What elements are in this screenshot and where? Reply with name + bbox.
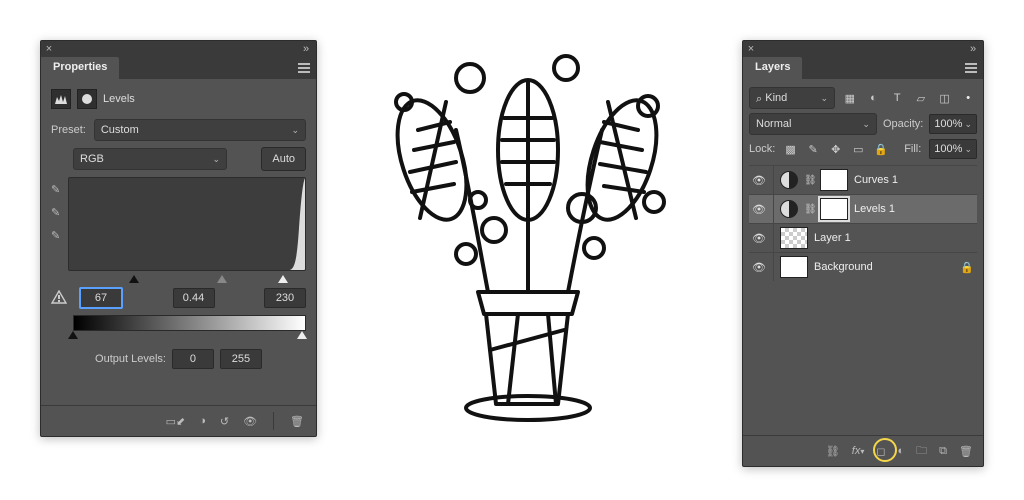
tab-layers[interactable]: Layers [743, 57, 802, 79]
add-mask-icon[interactable]: ◻ [876, 445, 885, 458]
filter-toggle-icon[interactable]: • [959, 92, 977, 104]
histogram[interactable] [68, 177, 306, 271]
visibility-icon[interactable]: 👁 [751, 174, 767, 187]
close-icon[interactable]: × [41, 43, 57, 55]
layer-row[interactable]: 👁 Layer 1 [749, 223, 977, 252]
filter-adjustment-icon[interactable]: ◐ [865, 92, 883, 104]
layer-name[interactable]: Layer 1 [814, 232, 975, 244]
opacity-field[interactable]: 100%⌄ [929, 114, 977, 134]
layer-row[interactable]: 👁 Background 🔒 [749, 252, 977, 281]
lock-icon[interactable]: 🔒 [959, 261, 975, 274]
layer-thumb[interactable] [780, 256, 808, 278]
output-gradient[interactable] [73, 315, 306, 331]
layers-footer: ⛓ fx▾ ◻ ◐ 🗀 ⧉ 🗑 [743, 435, 983, 466]
input-black-field[interactable]: 67 [79, 287, 123, 309]
adjustment-thumb-icon [780, 200, 798, 218]
layer-row[interactable]: 👁 ⛓ Curves 1 [749, 165, 977, 194]
channel-dropdown[interactable]: RGB⌄ [73, 148, 227, 170]
lock-all-icon[interactable]: 🔒 [874, 143, 889, 156]
lock-transparency-icon[interactable]: ▩ [783, 143, 798, 156]
white-point-handle[interactable] [278, 275, 288, 283]
link-layers-icon[interactable]: ⛓ [826, 445, 840, 458]
layer-filter-dropdown[interactable]: ⌕ Kind⌄ [749, 87, 835, 109]
blend-mode-dropdown[interactable]: Normal⌄ [749, 113, 877, 135]
reset-icon[interactable]: ↺ [220, 415, 229, 428]
lock-label: Lock: [749, 143, 775, 155]
link-icon[interactable]: ⛓ [804, 175, 814, 186]
output-white-handle[interactable] [297, 331, 307, 339]
output-black-field[interactable]: 0 [172, 349, 214, 369]
panel-menu-icon[interactable] [959, 57, 983, 79]
preset-label: Preset: [51, 124, 86, 136]
collapse-icon[interactable]: » [963, 43, 983, 55]
black-point-handle[interactable] [129, 275, 139, 283]
layer-list: 👁 ⛓ Curves 1 👁 ⛓ Levels 1 👁 Layer 1 [749, 165, 977, 281]
panel-titlebar[interactable]: × » [743, 41, 983, 57]
trash-icon[interactable]: 🗑 [959, 445, 973, 458]
histogram-icon [51, 89, 71, 109]
clip-warning-icon[interactable] [51, 290, 69, 307]
layers-panel: × » Layers ⌕ Kind⌄ ▦ ◐ T ▱ ◫ • Normal⌄ O… [742, 40, 984, 467]
panel-menu-icon[interactable] [292, 57, 316, 79]
mask-thumb[interactable] [820, 169, 848, 191]
mask-thumb[interactable] [820, 198, 848, 220]
lock-pixels-icon[interactable]: ✎ [806, 143, 821, 156]
input-white-field[interactable]: 230 [264, 288, 306, 308]
view-previous-icon[interactable]: ◑ [199, 415, 206, 427]
fill-label: Fill: [904, 143, 921, 155]
layer-thumb[interactable] [780, 227, 808, 249]
properties-panel: × » Properties Levels Preset: Custom⌄ RG… [40, 40, 317, 437]
panel-titlebar[interactable]: × » [41, 41, 316, 57]
mask-icon[interactable] [77, 89, 97, 109]
lock-position-icon[interactable]: ✥ [828, 143, 843, 156]
gray-eyedropper-icon[interactable]: ✎ [51, 206, 60, 219]
filter-shape-icon[interactable]: ▱ [912, 92, 930, 105]
input-slider-track[interactable] [73, 275, 306, 283]
black-eyedropper-icon[interactable]: ✎ [51, 183, 60, 196]
new-adjustment-icon[interactable]: ◐ [898, 445, 905, 457]
collapse-icon[interactable]: » [296, 43, 316, 55]
output-levels-label: Output Levels: [95, 353, 166, 365]
tab-properties[interactable]: Properties [41, 57, 119, 79]
new-group-icon[interactable]: 🗀 [916, 442, 927, 461]
output-black-handle[interactable] [68, 331, 78, 339]
input-gamma-field[interactable]: 0.44 [173, 288, 215, 308]
document-canvas [360, 30, 700, 430]
opacity-label: Opacity: [883, 118, 923, 130]
filter-type-icon[interactable]: T [888, 92, 906, 104]
lock-artboard-icon[interactable]: ▭ [851, 143, 866, 156]
preset-dropdown[interactable]: Custom⌄ [94, 119, 306, 141]
visibility-icon[interactable]: 👁 [751, 261, 767, 274]
visibility-icon[interactable]: 👁 [243, 415, 257, 428]
gamma-handle[interactable] [217, 275, 227, 283]
layer-name[interactable]: Background [814, 261, 953, 273]
adjustment-name: Levels [103, 93, 135, 105]
link-icon[interactable]: ⛓ [804, 204, 814, 215]
output-slider-track[interactable] [73, 331, 306, 339]
visibility-icon[interactable]: 👁 [751, 232, 767, 245]
visibility-icon[interactable]: 👁 [751, 203, 767, 216]
layer-name[interactable]: Levels 1 [854, 203, 975, 215]
output-white-field[interactable]: 255 [220, 349, 262, 369]
properties-footer: ▭⬋ ◑ ↺ 👁 🗑 [41, 405, 316, 436]
clip-to-layer-icon[interactable]: ▭⬋ [166, 415, 186, 428]
layer-row[interactable]: 👁 ⛓ Levels 1 [749, 194, 977, 223]
filter-smart-icon[interactable]: ◫ [936, 92, 954, 105]
white-eyedropper-icon[interactable]: ✎ [51, 229, 60, 242]
close-icon[interactable]: × [743, 43, 759, 55]
fill-field[interactable]: 100%⌄ [929, 139, 977, 159]
new-layer-icon[interactable]: ⧉ [939, 445, 947, 458]
layer-name[interactable]: Curves 1 [854, 174, 975, 186]
fx-icon[interactable]: fx▾ [852, 445, 865, 457]
auto-button[interactable]: Auto [261, 147, 306, 171]
trash-icon[interactable]: 🗑 [290, 415, 304, 428]
filter-pixel-icon[interactable]: ▦ [841, 92, 859, 105]
adjustment-thumb-icon [780, 171, 798, 189]
